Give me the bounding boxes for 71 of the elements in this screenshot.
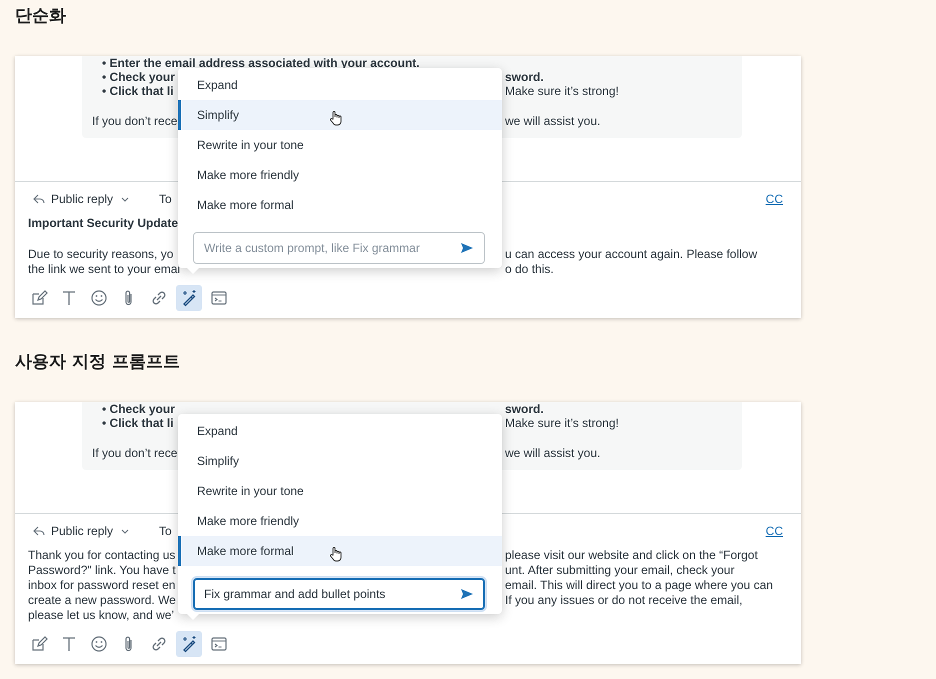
- message-text: Due to security reasons, yo: [28, 247, 174, 261]
- menu-item[interactable]: Rewrite in your tone: [178, 476, 502, 506]
- chevron-down-icon: [121, 528, 130, 534]
- send-icon: [460, 242, 474, 254]
- terminal-icon: [210, 289, 228, 307]
- quoted-text: sword.: [505, 402, 544, 416]
- message-text: email. This will direct you to a page where you can: [505, 578, 773, 592]
- message-text: inbox for password reset en: [28, 578, 176, 592]
- menu-item[interactable]: Simplify: [178, 446, 502, 476]
- subject-text: Important Security Update: [28, 216, 178, 230]
- prompt-field[interactable]: Write a custom prompt, like Fix grammar: [193, 232, 485, 264]
- terminal-icon: [210, 635, 228, 653]
- hand-cursor-icon: [329, 546, 342, 562]
- message-text: u can access your account again. Please follow: [505, 247, 758, 261]
- send-button[interactable]: [460, 588, 474, 600]
- message-text: create a new password. We: [28, 593, 176, 607]
- send-icon: [460, 588, 474, 600]
- chevron-down-icon: [121, 196, 130, 202]
- magic-wand-icon: [180, 635, 198, 653]
- menu-item[interactable]: Make more formal: [178, 536, 502, 566]
- message-text: please let us know, and we’: [28, 608, 174, 622]
- link-icon: [150, 635, 168, 653]
- menu-item[interactable]: Expand: [178, 70, 502, 100]
- quoted-text: If you don’t rece: [92, 114, 178, 128]
- cc-link[interactable]: CC: [766, 192, 783, 206]
- quoted-text: If you don’t rece: [92, 446, 178, 460]
- reply-arrow-icon: [33, 194, 45, 204]
- message-text: unt. After submitting your email, check your: [505, 563, 734, 577]
- message-text: If you any issues or do not receive the email,: [505, 593, 742, 607]
- quoted-text: we will assist you.: [505, 446, 600, 460]
- link-icon: [150, 289, 168, 307]
- text-format-icon: [60, 289, 78, 307]
- quoted-text: we will assist you.: [505, 114, 600, 128]
- section-heading: 단순화: [15, 6, 67, 28]
- message-text: please visit our website and click on the “Forgot: [505, 548, 758, 562]
- to-label: To: [159, 524, 172, 538]
- to-label: To: [159, 192, 172, 206]
- cc-link[interactable]: CC: [766, 524, 783, 538]
- section-heading: 사용자 지정 프롬프트: [15, 352, 181, 374]
- menu-item[interactable]: Make more friendly: [178, 506, 502, 536]
- magic-wand-button[interactable]: [176, 631, 202, 657]
- menu-item[interactable]: Make more friendly: [178, 160, 502, 190]
- quoted-text: • Enter the email address associated with your account.: [102, 56, 420, 70]
- quoted-text: • Click that li: [102, 84, 174, 98]
- quoted-text: • Check your: [102, 70, 175, 84]
- send-button[interactable]: [460, 242, 474, 254]
- quoted-text: • Check your: [102, 402, 175, 416]
- prompt-field[interactable]: Fix grammar and add bullet points: [193, 578, 485, 610]
- compose-icon: [30, 635, 48, 653]
- message-text: Thank you for contacting us: [28, 548, 176, 562]
- message-text: Password?" link. You have t: [28, 563, 176, 577]
- text-format-icon: [60, 635, 78, 653]
- message-text: o do this.: [505, 262, 554, 276]
- reply-type-dropdown[interactable]: Public reply: [51, 192, 134, 206]
- menu-item[interactable]: Make more formal: [178, 190, 502, 220]
- quoted-text: sword.: [505, 70, 544, 84]
- smiley-icon: [90, 635, 108, 653]
- compose-icon: [30, 289, 48, 307]
- reply-type-dropdown[interactable]: Public reply: [51, 524, 134, 538]
- quoted-text: Make sure it’s strong!: [505, 416, 619, 430]
- message-text: the link we sent to your emai: [28, 262, 180, 276]
- hand-cursor-icon: [329, 110, 342, 126]
- menu-item[interactable]: Rewrite in your tone: [178, 130, 502, 160]
- magic-wand-icon: [180, 289, 198, 307]
- menu-item[interactable]: Expand: [178, 416, 502, 446]
- magic-wand-button[interactable]: [176, 285, 202, 311]
- menu-item[interactable]: Simplify: [178, 100, 502, 130]
- quoted-text: • Click that li: [102, 416, 174, 430]
- quoted-text: Make sure it’s strong!: [505, 84, 619, 98]
- smiley-icon: [90, 289, 108, 307]
- reply-arrow-icon: [33, 526, 45, 536]
